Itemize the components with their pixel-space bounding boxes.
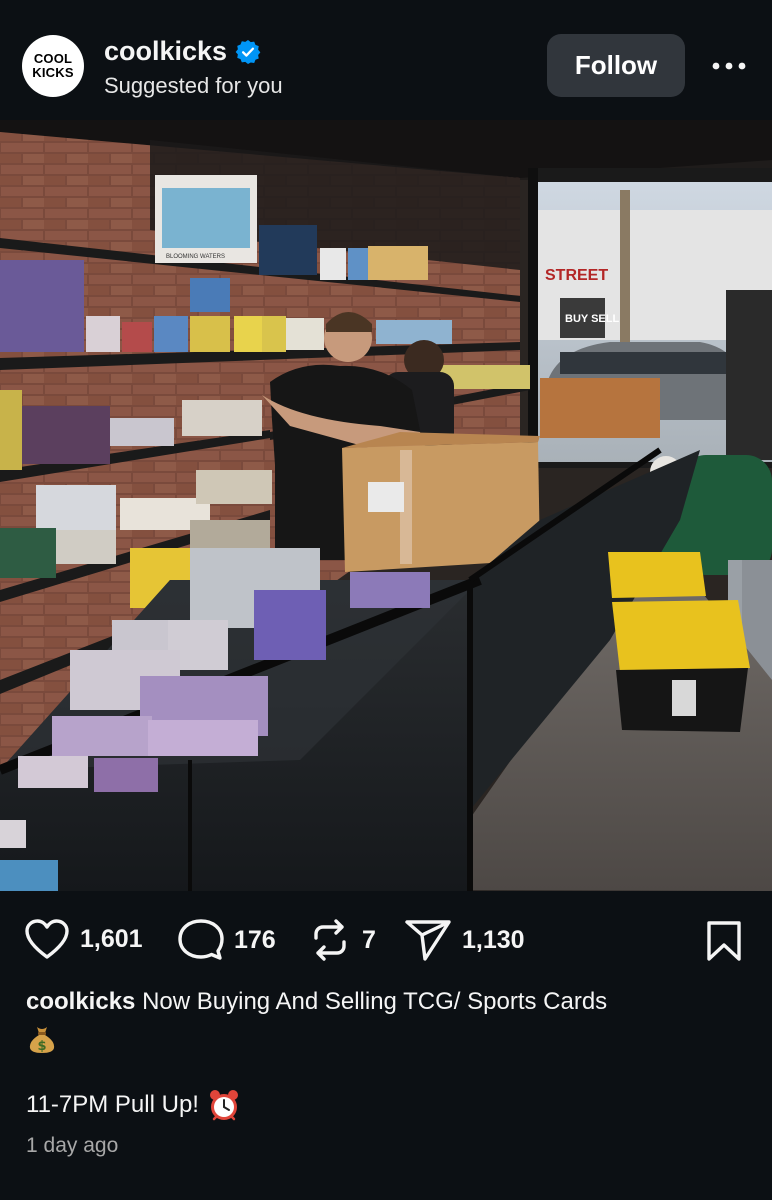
more-options-button[interactable] <box>706 50 752 82</box>
more-horizontal-icon <box>712 62 746 70</box>
share-count: 1,130 <box>462 925 525 954</box>
post-timestamp: 1 day ago <box>26 1134 119 1157</box>
save-button[interactable] <box>705 920 743 967</box>
username-row: coolkicks <box>104 36 261 67</box>
caption-username[interactable]: coolkicks <box>26 988 135 1015</box>
username[interactable]: coolkicks <box>104 36 227 67</box>
comment-count: 176 <box>234 925 276 954</box>
like-count: 1,601 <box>80 924 143 953</box>
svg-text:$: $ <box>37 1039 46 1054</box>
storefront-text: STREET <box>545 267 608 284</box>
alarm-clock-icon <box>209 1090 238 1121</box>
repost-action[interactable]: 7 <box>308 918 376 962</box>
verified-badge-icon <box>235 39 261 64</box>
box-label: BLOOMING WATERS <box>166 254 225 260</box>
avatar-text-line1: COOL <box>33 51 73 66</box>
post-image[interactable]: STREET BUY SELL BLOOMING WATERS <box>0 120 772 891</box>
caption-text: Now Buying And Selling TCG/ Sports Cards <box>135 988 608 1015</box>
caption-hours: 11-7PM Pull Up! <box>26 1091 199 1118</box>
avatar[interactable]: COOL KICKS <box>22 35 84 97</box>
suggested-label: Suggested for you <box>104 73 283 98</box>
heart-icon <box>25 919 69 959</box>
repost-count: 7 <box>362 925 376 954</box>
avatar-text-line2: KICKS <box>32 65 74 80</box>
bookmark-icon <box>707 921 741 961</box>
like-action[interactable]: 1,601 <box>24 918 143 960</box>
post-caption: coolkicks Now Buying And Selling TCG/ Sp… <box>26 985 746 1055</box>
post-actions: 1,601 176 7 1,130 <box>0 908 772 970</box>
store-photo: STREET BUY SELL BLOOMING WATERS <box>0 120 772 891</box>
send-icon <box>405 920 451 961</box>
comment-icon <box>178 919 224 960</box>
comment-action[interactable]: 176 <box>178 918 276 962</box>
repost-icon <box>314 919 346 961</box>
follow-button[interactable]: Follow <box>547 34 685 97</box>
caption-line-2: 11-7PM Pull Up! <box>26 1088 241 1122</box>
money-bag-icon: $ <box>29 1027 55 1054</box>
post-header: COOL KICKS coolkicks Suggested for you F… <box>0 0 772 120</box>
share-action[interactable]: 1,130 <box>404 918 525 962</box>
storefront-sign: BUY SELL <box>565 313 619 325</box>
